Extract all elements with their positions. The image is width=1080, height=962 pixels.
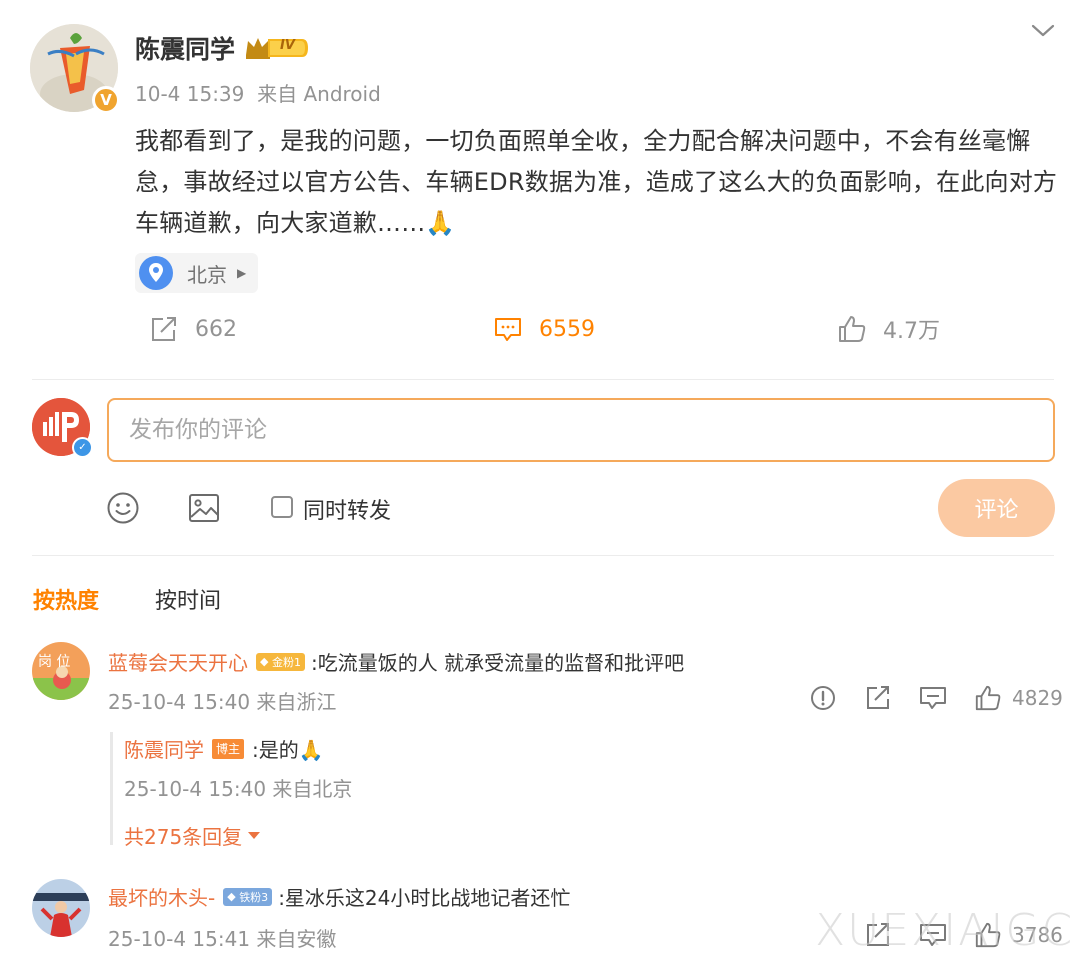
thumbs-up-icon[interactable] [974,684,1002,712]
comment-line: 蓝莓会天天开心 ◆ 金粉1 :吃流量饭的人 就承受流量的监督和批评吧 [108,647,684,676]
repost-icon [152,317,176,341]
caret-down-icon [248,832,261,839]
tab-sort-by-heat[interactable]: 按热度 [33,583,99,615]
repost-count: 662 [195,316,237,342]
location-pin-icon [139,256,173,290]
emoji-icon[interactable] [106,491,140,529]
comment-actions: 4829 [809,684,1063,712]
watermark: XUEXIAIGC [815,905,1075,956]
reply-text: :是的🙏 [252,738,324,762]
commenter-name[interactable]: 最坏的木头- [108,882,215,911]
comment-meta: 25-10-4 15:40 来自浙江 [108,690,337,714]
post-body-text: 我都看到了，是我的问题，一切负面照单全收，全力配合解决问题中，不会有丝毫懈怠，事… [135,127,1058,237]
comment-icon [495,318,521,341]
divider [32,379,1054,380]
post-source: 来自 Android [257,82,381,106]
fan-level-badge: ◆ 金粉1 [256,652,305,671]
svg-text:岗 位: 岗 位 [38,654,70,670]
comment-count: 6559 [539,316,595,342]
location-chip[interactable]: 北京 ▶ [135,253,259,293]
chevron-right-icon: ▶ [237,266,247,280]
comment-button[interactable]: 6559 [493,312,595,346]
reply-author-name[interactable]: 陈震同学 [124,734,204,763]
comment-line: 最坏的木头- ◆ 铁粉3 :星冰乐这24小时比战地记者还忙 [108,882,570,911]
commenter-avatar[interactable]: 岗 位 [32,642,90,700]
forward-checkbox[interactable] [271,496,293,518]
reply-line: 陈震同学 博主 :是的🙏 [124,734,324,763]
fan-level-badge: ◆ 铁粉3 [223,887,273,906]
submit-comment-button[interactable]: 评论 [938,479,1055,537]
forward-label[interactable]: 同时转发 [303,493,391,525]
reply-meta: 25-10-4 15:40 来自北京 [124,777,353,801]
post-timestamp: 10-4 15:39 [135,82,245,106]
view-more-replies-button[interactable]: 共275条回复 [124,821,261,850]
reply-icon[interactable] [919,684,947,712]
repost-button[interactable]: 662 [149,312,237,346]
fan-level-label: 铁粉3 [239,890,269,904]
chevron-down-icon[interactable] [1029,20,1057,40]
verified-badge: V [92,86,120,114]
comment-meta: 25-10-4 15:41 来自安徽 [108,927,337,951]
divider [32,555,1054,556]
like-count: 4.7万 [883,319,940,344]
report-icon[interactable] [809,684,837,712]
post-meta: 10-4 15:39 来自 Android [135,78,381,107]
author-badge: 博主 [212,738,245,759]
location-label: 北京 [187,262,227,287]
repost-icon[interactable] [864,684,892,712]
comment-text: :星冰乐这24小时比战地记者还忙 [278,886,571,910]
fan-level-label: 金粉1 [271,655,301,669]
member-level-label: IV [280,38,295,53]
post-author-name[interactable]: 陈震同学 [135,30,235,66]
member-level-badge[interactable]: IV [244,35,310,65]
tab-sort-by-time[interactable]: 按时间 [155,583,221,615]
user-verified-icon: ✓ [72,437,93,458]
comment-like-count: 4829 [1012,686,1063,710]
comment-input[interactable] [107,398,1055,462]
reply-thread-line [110,732,113,845]
more-replies-label: 共275条回复 [124,825,243,849]
like-button[interactable]: 4.7万 [837,312,940,346]
thumbs-up-icon [839,316,866,342]
commenter-avatar[interactable] [32,879,90,937]
commenter-name[interactable]: 蓝莓会天天开心 [108,647,248,676]
comment-text: :吃流量饭的人 就承受流量的监督和批评吧 [310,651,685,675]
image-icon[interactable] [187,491,221,529]
